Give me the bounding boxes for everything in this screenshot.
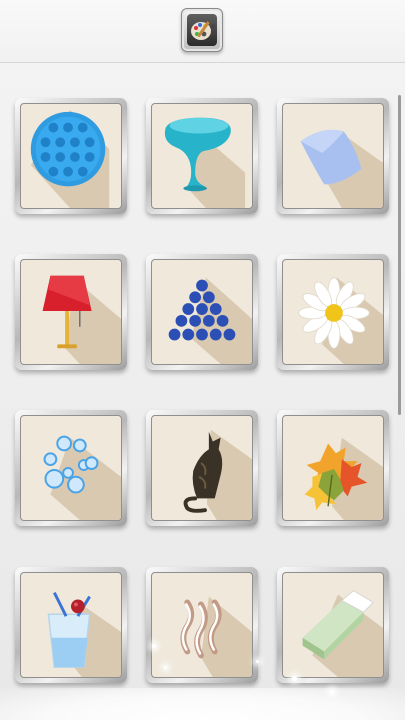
top-bar: [0, 0, 405, 63]
tile-eraser[interactable]: [277, 567, 389, 683]
tile-cat[interactable]: [146, 410, 258, 526]
tile-pillow[interactable]: [277, 98, 389, 214]
palette-button[interactable]: [181, 8, 223, 52]
balls-icon: [168, 277, 252, 364]
snow-overlay: [0, 688, 405, 720]
drink-icon: [47, 591, 121, 677]
bubbles-icon: [43, 435, 121, 520]
scrollbar[interactable]: [398, 95, 401, 415]
tile-balls[interactable]: [146, 254, 258, 370]
glass-icon: [164, 117, 246, 208]
tile-lamp[interactable]: [15, 254, 127, 370]
tile-daisy[interactable]: [277, 254, 389, 370]
lamp-icon: [42, 275, 121, 364]
daisy-icon: [298, 277, 383, 364]
cat-icon: [183, 429, 252, 520]
tile-steam[interactable]: [146, 567, 258, 683]
sparkle: [152, 644, 156, 648]
eraser-icon: [302, 590, 383, 677]
tile-bubbles[interactable]: [15, 410, 127, 526]
sparkle: [330, 690, 334, 694]
leaves-icon: [304, 437, 383, 520]
tile-pop-it[interactable]: [15, 98, 127, 214]
tile-glass[interactable]: [146, 98, 258, 214]
pop-it-icon: [30, 109, 110, 208]
tile-drink[interactable]: [15, 567, 127, 683]
pillow-icon: [300, 129, 383, 208]
palette-brush-icon: [187, 14, 217, 46]
sparkle: [164, 666, 167, 669]
sparkle: [292, 676, 297, 681]
sparkle: [256, 660, 259, 663]
tile-leaves[interactable]: [277, 410, 389, 526]
steam-icon: [180, 596, 252, 677]
